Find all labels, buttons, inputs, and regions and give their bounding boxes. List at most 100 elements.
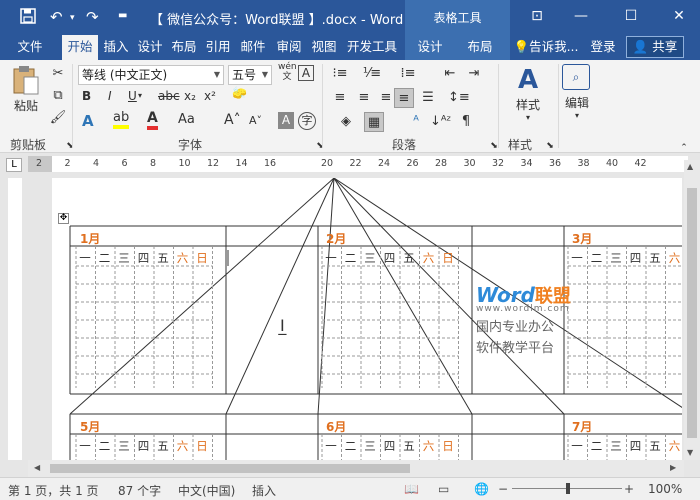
scroll-left-icon[interactable]: ◀ xyxy=(34,463,40,472)
italic-button[interactable]: I xyxy=(108,89,112,103)
sign-in-link[interactable]: 登录 xyxy=(586,35,620,60)
tab-selector[interactable]: L xyxy=(6,158,22,172)
align-center-icon[interactable]: ≡ xyxy=(354,88,374,108)
tab-review[interactable]: 审阅 xyxy=(273,35,305,60)
vertical-scroll-thumb[interactable] xyxy=(687,188,697,438)
decrease-indent-icon[interactable]: ⇤ xyxy=(440,64,460,84)
superscript-button[interactable]: x² xyxy=(204,89,216,103)
zoom-slider-thumb[interactable] xyxy=(566,483,570,494)
paragraph-dialog-launcher-icon[interactable]: ⬊ xyxy=(484,136,504,156)
customize-qat-icon[interactable]: ▬ xyxy=(118,10,127,21)
align-left-icon[interactable]: ≡ xyxy=(330,88,350,108)
vertical-scrollbar[interactable]: ▲ ▼ xyxy=(684,160,700,460)
increase-indent-icon[interactable]: ⇥ xyxy=(464,64,484,84)
redo-icon[interactable]: ↷ xyxy=(86,8,99,26)
line-spacing-icon[interactable]: ↕≡ xyxy=(448,88,470,108)
show-marks-icon[interactable]: ¶ xyxy=(456,112,476,132)
horizontal-ruler[interactable]: 2 2 4 6 8 10 12 14 16 20 22 24 26 28 30 32 34 36 38 40 42 xyxy=(28,156,688,172)
insert-mode[interactable]: 插入 xyxy=(252,482,276,499)
character-border-icon[interactable]: A xyxy=(298,65,314,81)
page-count[interactable]: 第 1 页，共 1 页 xyxy=(8,482,99,499)
distributed-icon[interactable]: ☰ xyxy=(418,88,438,108)
bullets-icon[interactable]: ⁝≡ xyxy=(330,64,350,84)
strikethrough-button[interactable]: abc xyxy=(158,89,180,103)
weekday-label: 一 xyxy=(325,439,337,453)
scroll-down-icon[interactable]: ▼ xyxy=(687,448,693,457)
vertical-ruler[interactable] xyxy=(8,178,22,460)
font-size-select[interactable]: 五号 ▼ xyxy=(228,65,272,85)
enclose-characters-icon[interactable]: 字 xyxy=(298,112,316,130)
styles-button[interactable]: A 样式 ▾ xyxy=(508,64,548,122)
tab-view[interactable]: 视图 xyxy=(308,35,340,60)
scroll-up-icon[interactable]: ▲ xyxy=(687,162,693,171)
save-icon[interactable] xyxy=(20,8,36,28)
sort-icon[interactable]: ↓ᴬᶻ xyxy=(430,112,451,132)
table-move-handle[interactable]: ✥ xyxy=(58,213,69,224)
horizontal-scroll-thumb[interactable] xyxy=(50,464,410,473)
justify-icon[interactable]: ≡ xyxy=(394,88,414,108)
shrink-font-icon[interactable]: A˅ xyxy=(249,114,262,127)
language-indicator[interactable]: 中文(中国) xyxy=(178,482,235,499)
chinese-layout-icon[interactable]: ᴬ xyxy=(406,112,426,132)
paste-button[interactable]: 粘贴 xyxy=(8,64,44,116)
ruler-number: 2 xyxy=(64,158,71,169)
change-case-icon[interactable]: Aa xyxy=(178,112,195,127)
grow-font-icon[interactable]: A˄ xyxy=(224,112,241,128)
tab-design[interactable]: 设计 xyxy=(134,35,166,60)
bold-button[interactable]: B xyxy=(82,89,91,103)
character-shading-icon[interactable]: A xyxy=(278,112,294,129)
tab-table-design[interactable]: 设计 xyxy=(412,35,448,60)
font-name-select[interactable]: 等线 (中文正文) ▼ xyxy=(78,65,224,85)
tab-file[interactable]: 文件 xyxy=(8,35,52,60)
document-page[interactable]: 1月 5月一一二二三三四四五五六六日日 2月 6月一一二二三三四四五五六六日日 3月 7月… xyxy=(52,178,682,460)
align-right-icon[interactable]: ≡ xyxy=(376,88,396,108)
document-area[interactable]: 1月 5月一一二二三三四四五五六六日日 2月 6月一一二二三三四四五五六六日日 3月 7月… xyxy=(28,178,682,460)
tab-mailings[interactable]: 邮件 xyxy=(237,35,269,60)
read-mode-icon[interactable]: 📖 xyxy=(404,482,419,496)
tab-home[interactable]: 开始 xyxy=(62,35,98,60)
ribbon: 粘贴 ✂ ⧉ 🖌 剪贴板 ⬊ 等线 (中文正文) ▼ 五号 ▼ wén 文 A B I… xyxy=(0,60,700,153)
tab-developer[interactable]: 开发工具 xyxy=(342,35,402,60)
copy-icon[interactable]: ⧉ xyxy=(48,86,68,106)
subscript-button[interactable]: x₂ xyxy=(184,89,196,103)
maximize-button[interactable]: ☐ xyxy=(616,4,646,28)
tab-insert[interactable]: 插入 xyxy=(100,35,132,60)
zoom-out-button[interactable]: − xyxy=(498,482,508,496)
tell-me-search[interactable]: 💡告诉我... xyxy=(512,35,580,60)
dialog-launcher-icon[interactable]: ⬊ xyxy=(60,136,80,156)
numbering-icon[interactable]: ⅟≡ xyxy=(362,64,382,84)
cut-icon[interactable]: ✂ xyxy=(48,64,68,84)
word-count[interactable]: 87 个字 xyxy=(118,482,161,499)
collapse-ribbon-icon[interactable]: ⌃ xyxy=(674,138,694,158)
ribbon-display-options-icon[interactable]: ⊡ xyxy=(522,4,552,28)
editing-button[interactable]: ⌕ 编辑 ▾ xyxy=(560,64,594,120)
tab-layout[interactable]: 布局 xyxy=(168,35,200,60)
undo-icon[interactable]: ↶ xyxy=(50,8,63,26)
minimize-button[interactable]: — xyxy=(566,4,596,28)
format-painter-icon[interactable]: 🖌 xyxy=(48,108,68,128)
styles-dialog-launcher-icon[interactable]: ⬊ xyxy=(540,136,560,156)
font-color-icon[interactable]: A xyxy=(147,110,158,130)
text-effects-icon[interactable]: A xyxy=(82,112,94,130)
horizontal-scrollbar[interactable]: ◀ ▶ xyxy=(28,460,684,477)
shading-icon[interactable]: ◈ xyxy=(336,112,356,132)
share-button[interactable]: 👤 共享 xyxy=(626,36,684,58)
undo-dropdown-icon[interactable]: ▾ xyxy=(70,13,75,23)
underline-dropdown-icon[interactable]: ▾ xyxy=(138,91,142,100)
clear-formatting-icon[interactable]: 🧽 xyxy=(232,86,247,100)
highlight-icon[interactable]: ab xyxy=(113,110,130,129)
zoom-level[interactable]: 100% xyxy=(648,482,682,496)
scroll-right-icon[interactable]: ▶ xyxy=(670,463,676,472)
web-layout-icon[interactable]: 🌐 xyxy=(474,482,489,496)
zoom-in-button[interactable]: + xyxy=(624,482,634,496)
tab-references[interactable]: 引用 xyxy=(202,35,234,60)
close-button[interactable]: ✕ xyxy=(664,4,694,28)
underline-button[interactable]: U xyxy=(128,89,137,103)
print-layout-icon[interactable]: ▭ xyxy=(438,482,449,496)
multilevel-list-icon[interactable]: ⁞≡ xyxy=(398,64,418,84)
font-dialog-launcher-icon[interactable]: ⬊ xyxy=(310,136,330,156)
month-label: 2月 xyxy=(326,232,347,246)
tab-table-layout[interactable]: 布局 xyxy=(462,35,498,60)
phonetic-guide-icon[interactable]: wén 文 xyxy=(278,62,297,82)
borders-icon[interactable]: ▦ xyxy=(364,112,384,132)
